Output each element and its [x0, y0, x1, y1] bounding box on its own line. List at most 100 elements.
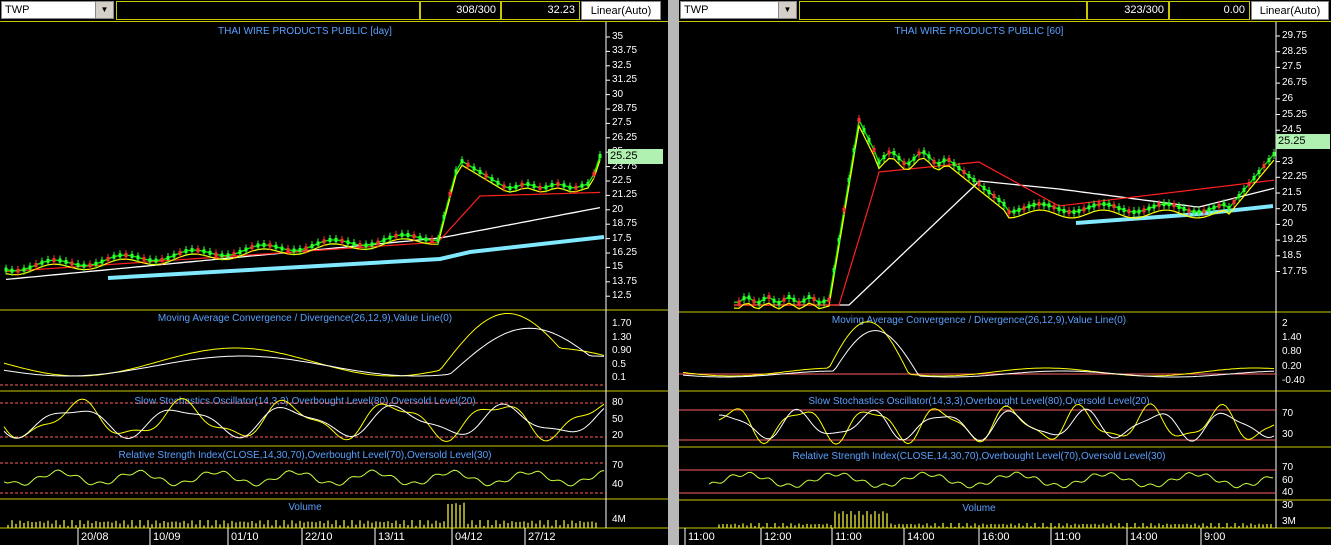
candle-body — [328, 238, 332, 242]
macd-signal-line — [682, 330, 1275, 378]
candle-body — [1102, 202, 1106, 206]
candle-body — [340, 238, 344, 243]
candle-body — [862, 128, 866, 132]
candle-body — [1032, 202, 1036, 207]
candle-body — [1217, 203, 1221, 208]
candle-body — [792, 297, 796, 302]
candle-body — [394, 233, 398, 238]
candle-body — [64, 259, 68, 264]
price-tick-label: 13.75 — [612, 275, 638, 287]
stoch-tick-label: 30 — [1282, 429, 1294, 440]
rsi-tick-label: 40 — [1282, 487, 1294, 498]
candle-body — [887, 150, 891, 155]
candle-body — [1162, 202, 1166, 207]
macd-tick-label: 2 — [1282, 318, 1288, 329]
candle-body — [932, 160, 936, 164]
candle-body — [4, 267, 8, 272]
candle-body — [1147, 206, 1151, 211]
candle-body — [1202, 209, 1206, 214]
candle-body — [1132, 210, 1136, 214]
rsi-tick-label: 70 — [1282, 462, 1294, 473]
candle-body — [472, 166, 476, 171]
candle-body — [160, 257, 164, 262]
stoch-k-line — [3, 397, 605, 442]
date-label: 9:00 — [1204, 531, 1225, 543]
price-tick-label: 12.5 — [612, 290, 632, 302]
candle-body — [148, 258, 152, 263]
candle-body — [364, 243, 368, 248]
candle-body — [1037, 202, 1041, 206]
candle-body — [1192, 209, 1196, 214]
price-tick-label: 17.5 — [612, 232, 632, 244]
candle-body — [238, 250, 242, 255]
candle-body — [358, 243, 362, 248]
stoch-tick-label: 50 — [612, 413, 624, 425]
candle-body — [977, 182, 981, 186]
panel-divider[interactable] — [668, 0, 679, 545]
price-tick-label: 18.75 — [612, 218, 638, 230]
candle-body — [877, 160, 881, 165]
candle-body — [1207, 207, 1211, 212]
candle-body — [280, 246, 284, 251]
candle-body — [837, 238, 841, 242]
candle-body — [262, 242, 266, 247]
candle-body — [118, 253, 122, 258]
price-tick-label: 26.75 — [1282, 77, 1308, 89]
candle-body — [412, 234, 416, 239]
left-chart-canvas[interactable]: 20/08 10/09 01/10 22/10 13/11 04/12 27/12 — [0, 0, 668, 545]
candle-body — [304, 246, 308, 251]
candle-body — [947, 158, 951, 162]
rsi-tick-label: 30 — [1282, 499, 1294, 511]
right-chart-canvas[interactable]: 11:00 12:00 11:00 14:00 16:00 11:00 14:00 9:00 — [679, 0, 1331, 545]
price-tick-label: 26.25 — [612, 131, 638, 143]
candle-body — [346, 240, 350, 245]
candle-body — [937, 161, 941, 166]
price-tick-label: 23 — [1282, 155, 1294, 167]
candle-body — [1142, 208, 1146, 213]
candle-body — [316, 241, 320, 246]
candle-body — [842, 208, 846, 212]
price-tick-label: 22.25 — [1282, 171, 1308, 183]
date-label: 13/11 — [378, 531, 405, 543]
candle-body — [538, 185, 542, 190]
candle-body — [172, 253, 176, 258]
price-tick-label: 20 — [612, 203, 624, 215]
candle-body — [982, 186, 986, 190]
price-tick-label: 26 — [1282, 92, 1294, 104]
candle-body — [460, 159, 464, 164]
candle-body — [942, 158, 946, 163]
candle-body — [382, 238, 386, 243]
candle-body — [847, 178, 851, 182]
rsi-tick-label: 70 — [612, 460, 624, 471]
candle-body — [857, 118, 861, 122]
candle-body — [142, 257, 146, 262]
candle-body — [767, 295, 771, 300]
price-tick-label: 33.75 — [612, 45, 638, 57]
candle-body — [1002, 202, 1006, 206]
candle-body — [882, 155, 886, 159]
price-tick-label: 20.75 — [1282, 202, 1308, 214]
price-tick-label: 32.5 — [612, 59, 632, 71]
candle-body — [436, 238, 440, 243]
ma-fast-line — [5, 159, 601, 276]
candle-body — [1012, 209, 1016, 214]
candle-body — [580, 183, 584, 188]
candle-body — [556, 182, 560, 186]
candle-body — [34, 263, 38, 267]
candle-body — [292, 248, 296, 253]
price-tick-label: 28.25 — [1282, 45, 1308, 57]
candle-body — [1092, 203, 1096, 208]
left-last-price-tag: 25.25 — [608, 149, 663, 164]
price-tick-label: 17.75 — [1282, 265, 1308, 277]
candle-body — [957, 166, 961, 170]
date-label: 11:00 — [835, 531, 862, 543]
candle-body — [1157, 202, 1161, 207]
candle-body — [997, 198, 1001, 202]
candle-body — [1022, 206, 1026, 211]
price-tick-label: 27.5 — [612, 117, 632, 129]
candle-body — [782, 297, 786, 302]
candle-body — [892, 151, 896, 155]
candle-body — [40, 260, 44, 265]
candle-body — [897, 156, 901, 161]
candle-body — [466, 162, 470, 167]
